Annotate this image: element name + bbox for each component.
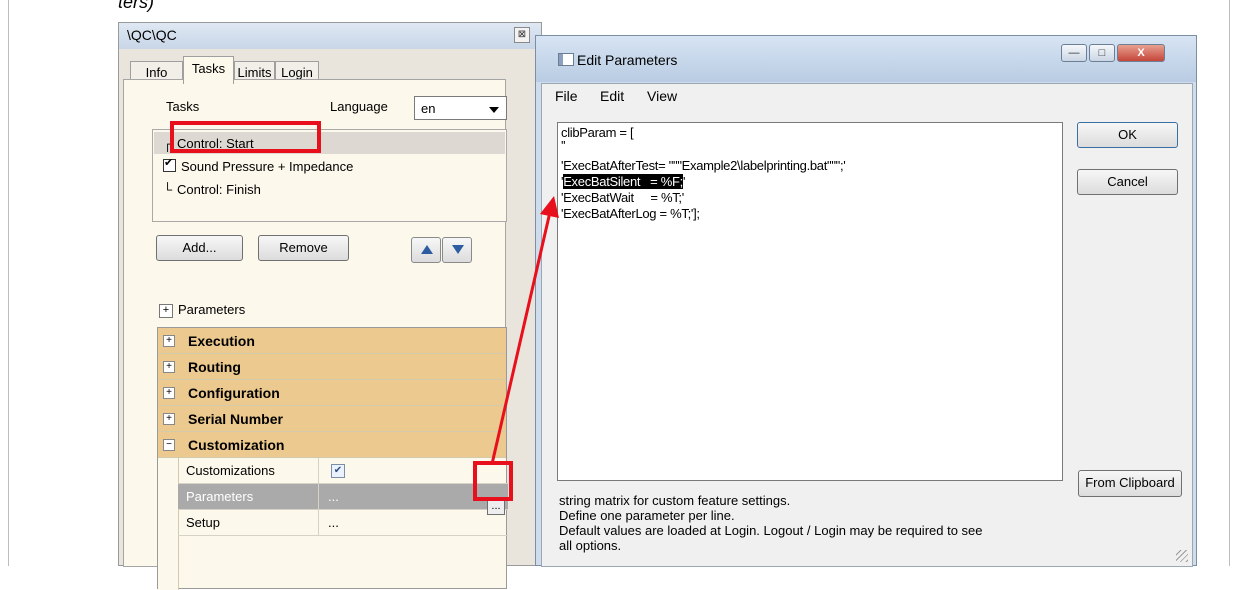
annotation-arrow [490,196,559,465]
annotation-arrow-head [540,196,559,218]
annotation-arrow-shaft [490,211,552,465]
tab-tasks[interactable]: Tasks [183,56,234,84]
